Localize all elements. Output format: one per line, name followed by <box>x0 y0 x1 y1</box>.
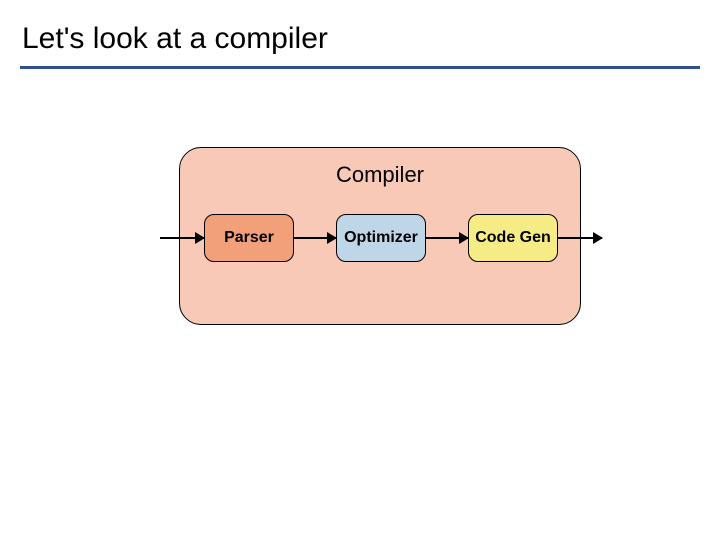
arrow-input <box>160 237 204 239</box>
compiler-container: Compiler Parser Optimizer Code Gen <box>179 147 581 325</box>
arrow-optimizer-codegen <box>426 237 468 239</box>
stage-codegen: Code Gen <box>468 214 558 262</box>
slide: Let's look at a compiler Compiler Parser… <box>0 0 720 540</box>
title-rule <box>20 66 700 69</box>
compiler-label: Compiler <box>180 162 580 188</box>
slide-title: Let's look at a compiler <box>22 22 328 56</box>
stage-optimizer: Optimizer <box>336 214 426 262</box>
stage-parser: Parser <box>204 214 294 262</box>
arrow-output <box>558 237 602 239</box>
arrow-parser-optimizer <box>294 237 336 239</box>
